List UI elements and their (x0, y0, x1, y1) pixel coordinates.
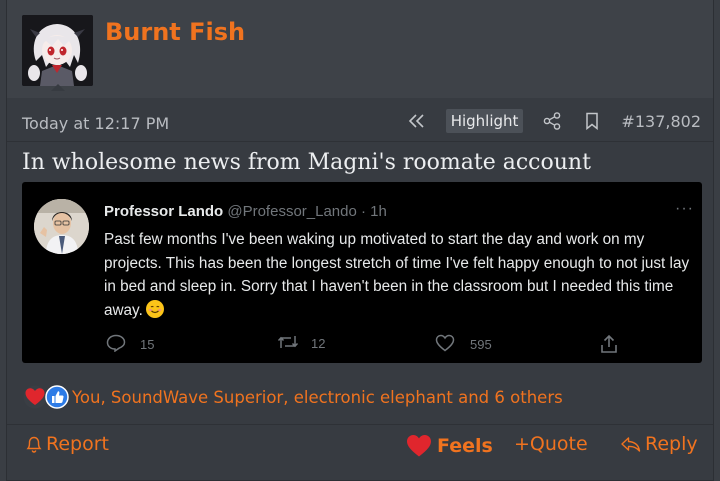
avatar-pointer (51, 84, 65, 91)
tweet-text: Past few months I've been waking up moti… (104, 228, 694, 322)
highlight-button[interactable]: Highlight (445, 109, 524, 133)
share-upload-icon (600, 334, 618, 357)
reactions-bar: You, SoundWave Superior, electronic elep… (22, 384, 563, 410)
reply-bubble-icon (106, 334, 126, 355)
like-count: 595 (470, 337, 492, 352)
tweet-share-action[interactable] (600, 334, 618, 357)
reply-arrow-icon (620, 435, 642, 453)
more-options-icon[interactable]: ··· (675, 200, 694, 218)
tweet-like-action[interactable]: 595 (435, 334, 492, 355)
like-reaction-icon (44, 384, 70, 415)
report-label: Report (46, 433, 109, 455)
smiling-face-emoji-icon (145, 299, 164, 318)
tweet-author[interactable]: Professor Lando @Professor_Lando · 1h (104, 203, 387, 220)
forum-post: Burnt Fish Today at 12:17 PM Highlight #… (6, 0, 714, 481)
report-button[interactable]: Report (25, 433, 109, 455)
heart-outline-icon (435, 334, 455, 355)
post-header: Burnt Fish (7, 0, 713, 98)
retweet-icon (277, 334, 299, 353)
feels-label: Feels (437, 434, 493, 457)
tweet-text-body: Past few months I've been waking up moti… (104, 231, 690, 319)
heart-icon (405, 433, 433, 458)
reply-label: Reply (645, 433, 698, 455)
quote-button[interactable]: +Quote (514, 433, 588, 455)
tweet-author-avatar[interactable] (34, 199, 89, 254)
post-timestamp[interactable]: Today at 12:17 PM (22, 114, 169, 133)
post-meta-row: Today at 12:17 PM Highlight #137,802 (7, 104, 713, 142)
quote-label: +Quote (514, 433, 588, 455)
reply-count: 15 (140, 337, 155, 352)
tweet-actions: 15 12 595 (104, 334, 684, 356)
rewind-icon[interactable] (406, 110, 428, 132)
tweet-author-handle[interactable]: @Professor_Lando · 1h (227, 203, 387, 220)
post-number-link[interactable]: #137,802 (621, 112, 701, 131)
post-username[interactable]: Burnt Fish (105, 18, 245, 46)
tweet-reply-action[interactable]: 15 (106, 334, 154, 355)
bookmark-icon[interactable] (581, 110, 603, 132)
share-icon[interactable] (541, 110, 563, 132)
tweet-retweet-action[interactable]: 12 (277, 334, 325, 353)
post-meta-actions: Highlight #137,802 (388, 109, 701, 133)
post-title: In wholesome news from Magni's roomate a… (22, 150, 591, 175)
feels-button[interactable]: Feels (405, 433, 493, 458)
reactions-summary-link[interactable]: You, SoundWave Superior, electronic elep… (72, 388, 563, 407)
reply-button[interactable]: Reply (620, 433, 698, 455)
tweet-author-name[interactable]: Professor Lando (104, 203, 223, 220)
post-footer: Report Feels +Quote Reply (7, 424, 713, 481)
bell-icon (25, 434, 43, 454)
retweet-count: 12 (311, 336, 326, 351)
user-avatar[interactable] (22, 15, 93, 86)
embedded-tweet[interactable]: Professor Lando @Professor_Lando · 1h ··… (22, 182, 702, 363)
reaction-icons[interactable] (22, 384, 70, 410)
